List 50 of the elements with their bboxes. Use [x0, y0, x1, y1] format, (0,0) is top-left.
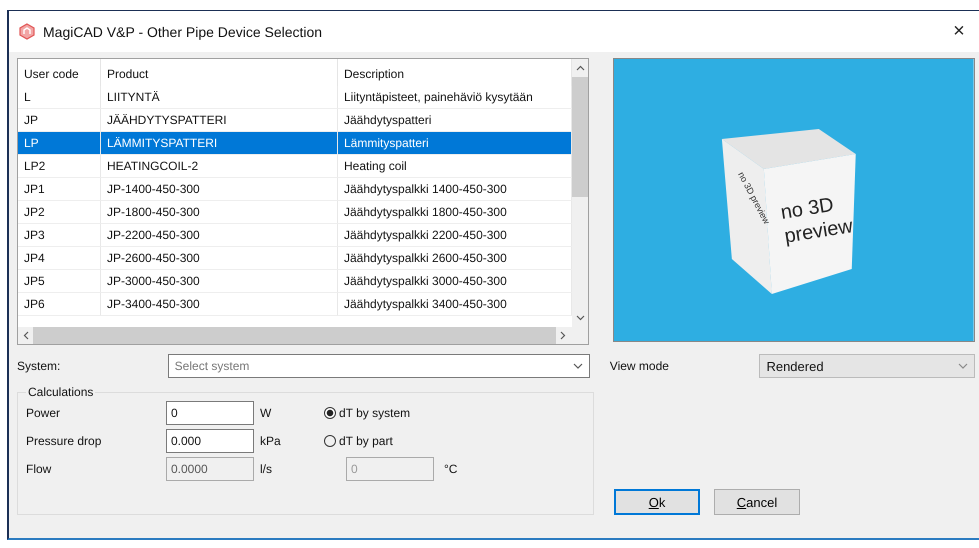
- table-cell[interactable]: LÄMMITYSPATTERI: [101, 132, 338, 155]
- table-cell[interactable]: LIITYNTÄ: [101, 86, 338, 109]
- table-cell[interactable]: Jäähdytyspalkki 1400-450-300: [338, 178, 572, 201]
- table-cell[interactable]: Jäähdytyspalkki 1800-450-300: [338, 201, 572, 224]
- column-header[interactable]: User code: [18, 59, 101, 86]
- table-cell[interactable]: JP5: [18, 270, 101, 293]
- table-cell[interactable]: JP4: [18, 247, 101, 270]
- table-cell[interactable]: JP-2600-450-300: [101, 247, 338, 270]
- table-cell[interactable]: Liityntäpisteet, painehäviö kysytään: [338, 86, 572, 109]
- dialog-button[interactable]: Cancel: [714, 489, 800, 515]
- radio-option[interactable]: dT by system: [324, 406, 464, 420]
- table-cell[interactable]: HEATINGCOIL-2: [101, 155, 338, 178]
- table-cell[interactable]: L: [18, 86, 101, 109]
- preview-label: no 3D preview: [780, 194, 855, 248]
- number-field[interactable]: 0.000: [166, 429, 254, 453]
- table-cell[interactable]: LP2: [18, 155, 101, 178]
- table-cell[interactable]: Heating coil: [338, 155, 572, 178]
- table-cell[interactable]: LP: [18, 132, 101, 155]
- table-cell[interactable]: JP-3000-450-300: [101, 270, 338, 293]
- system-label: System:: [17, 359, 62, 373]
- unit-label: l/s: [259, 462, 273, 476]
- close-button[interactable]: ×: [939, 12, 979, 52]
- table-cell[interactable]: JP1: [18, 178, 101, 201]
- table-cell[interactable]: Jäähdytyspalkki 3000-450-300: [338, 270, 572, 293]
- column-header[interactable]: Product: [101, 59, 338, 86]
- dialog-button[interactable]: Ok: [614, 489, 700, 515]
- field-label: Pressure drop: [26, 434, 102, 448]
- table-cell[interactable]: Jäähdytyspalkki 2200-450-300: [338, 224, 572, 247]
- table-cell[interactable]: JP-1800-450-300: [101, 201, 338, 224]
- table-cell[interactable]: JP3: [18, 224, 101, 247]
- view-mode-label: View mode: [610, 359, 670, 373]
- table-cell[interactable]: Jäähdytyspalkki 2600-450-300: [338, 247, 572, 270]
- radio-option[interactable]: dT by part: [324, 434, 464, 448]
- table-cell[interactable]: JP-1400-450-300: [101, 178, 338, 201]
- table-cell[interactable]: Jäähdytyspalkki 3400-450-300: [338, 293, 572, 316]
- table-cell[interactable]: JP-2200-450-300: [101, 224, 338, 247]
- table-cell[interactable]: Lämmityspatteri: [338, 132, 572, 155]
- system-dropdown[interactable]: Select system: [168, 354, 590, 378]
- number-field[interactable]: 0: [166, 401, 254, 425]
- view-mode-dropdown[interactable]: Rendered: [759, 354, 976, 378]
- window-title: MagiCAD V&P - Other Pipe Device Selection: [43, 24, 322, 40]
- unit-label: kPa: [259, 434, 282, 448]
- unit-label: °C: [443, 462, 458, 476]
- field-label: Flow: [26, 462, 52, 476]
- table-cell[interactable]: JP6: [18, 293, 101, 316]
- unit-label: W: [259, 406, 272, 420]
- group-title: Calculations: [27, 385, 94, 399]
- table-cell[interactable]: JP-3400-450-300: [101, 293, 338, 316]
- field-label: Power: [26, 406, 62, 420]
- table-cell[interactable]: JP2: [18, 201, 101, 224]
